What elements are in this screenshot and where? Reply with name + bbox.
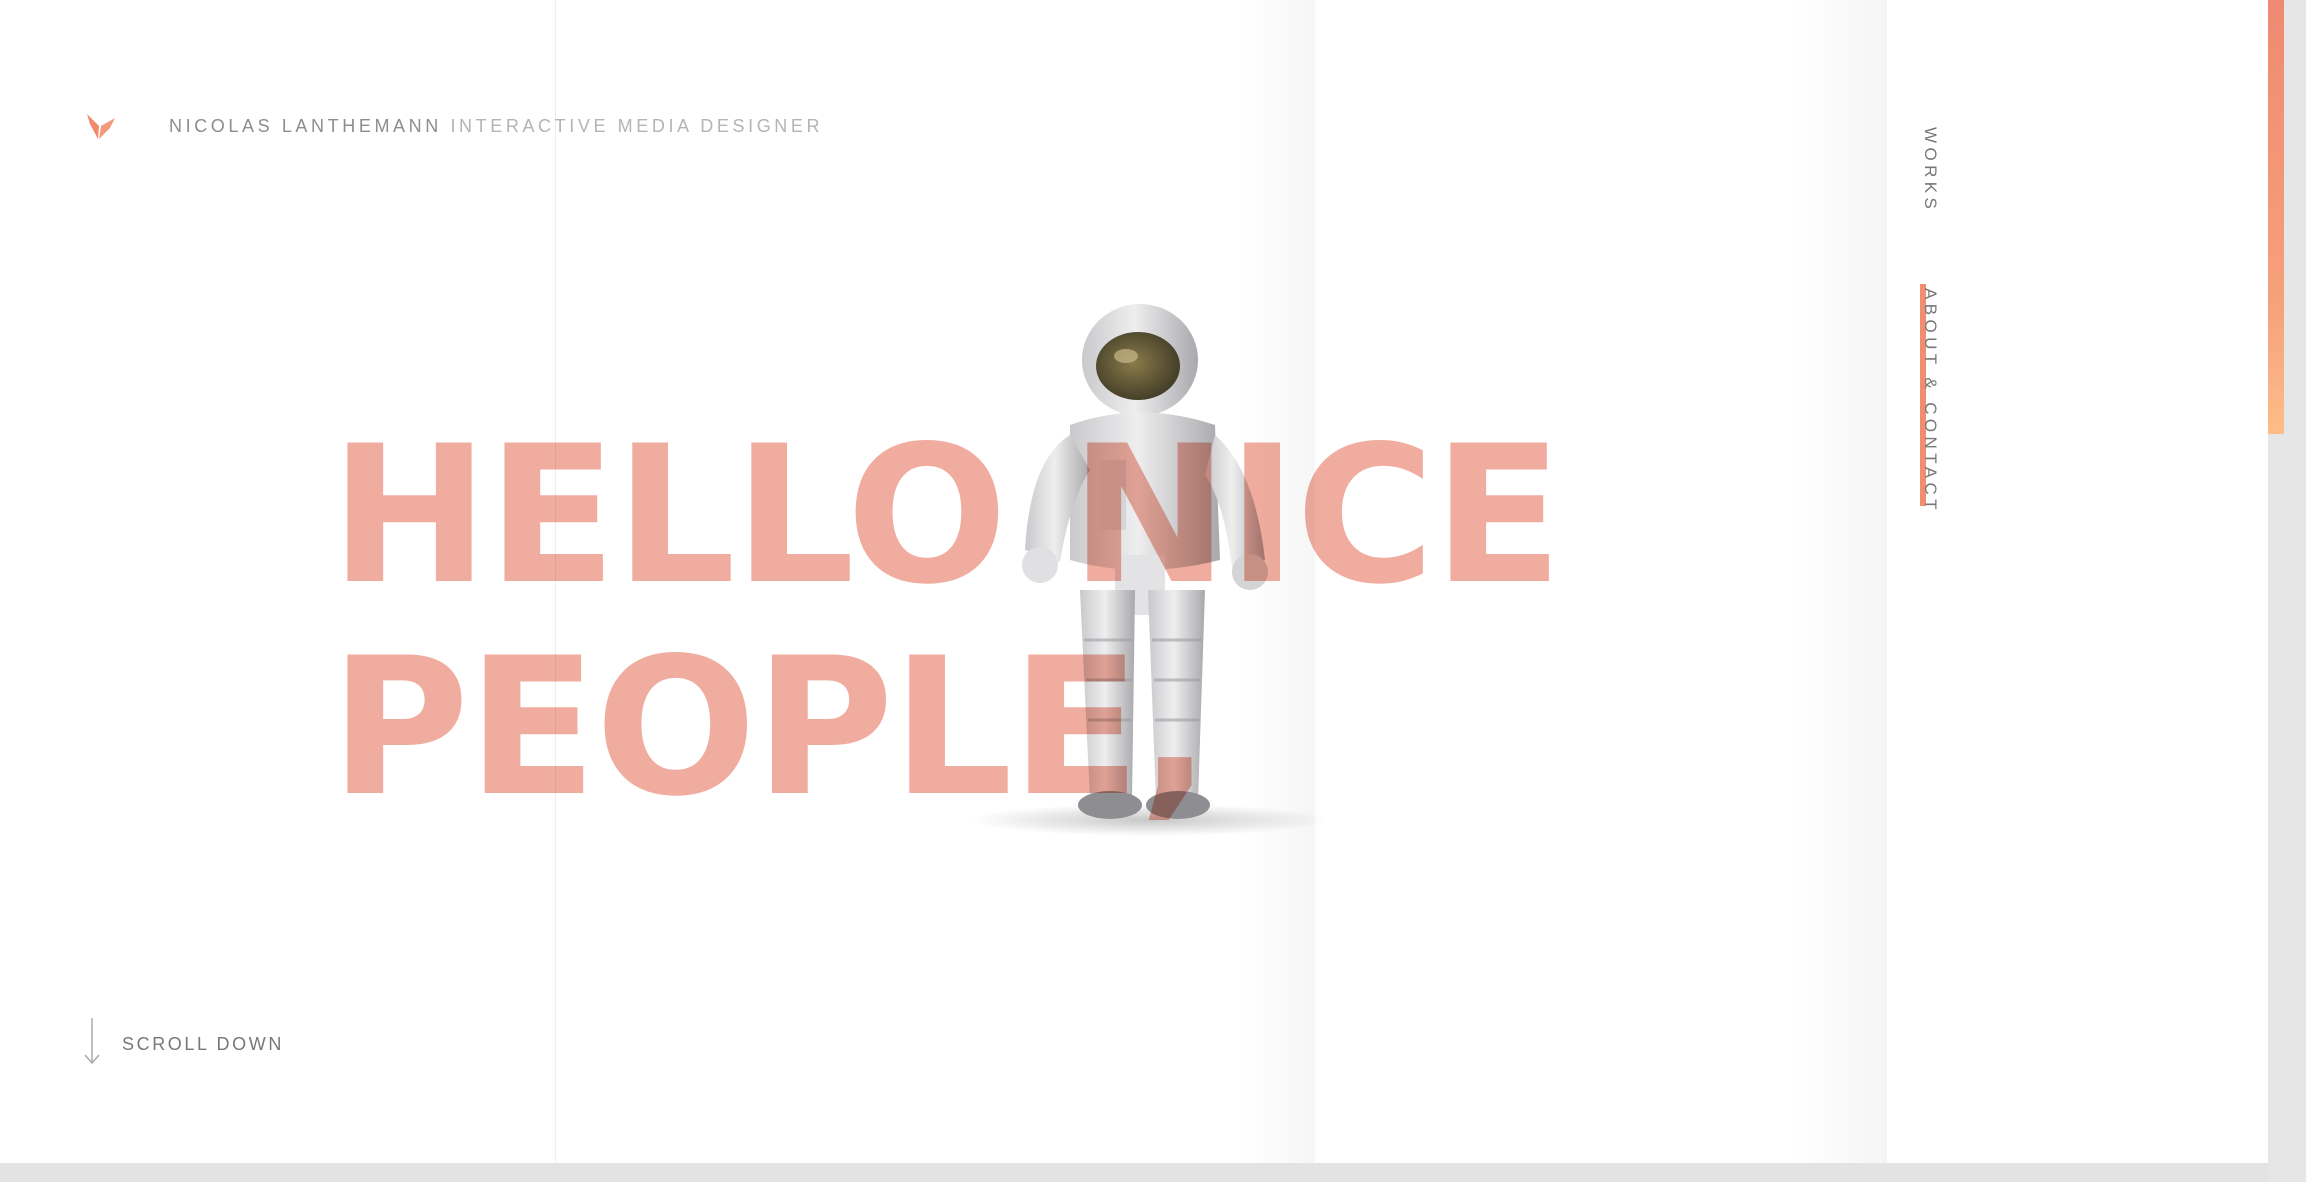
scrollbar-thumb[interactable] <box>2268 0 2284 434</box>
nav-panel <box>1887 0 2268 1163</box>
nav-works[interactable]: WORKS <box>1920 127 1940 213</box>
designer-name: NICOLAS LANTHEMANN <box>169 116 442 136</box>
arrow-down-icon[interactable] <box>83 1018 101 1065</box>
horizontal-scrollbar[interactable] <box>0 1163 2268 1182</box>
site-title[interactable]: NICOLAS LANTHEMANN INTERACTIVE MEDIA DES… <box>169 116 823 137</box>
viewport: NICOLAS LANTHEMANN INTERACTIVE MEDIA DES… <box>0 0 2268 1163</box>
column-shade <box>1790 0 1887 1163</box>
designer-role: INTERACTIVE MEDIA DESIGNER <box>450 116 824 136</box>
hero-line-1: HELLO NICE <box>330 405 1563 626</box>
hero-heading: HELLO NICE PEOPLE, <box>330 405 1563 838</box>
logo-icon[interactable] <box>86 112 116 140</box>
scroll-down-link[interactable]: SCROLL DOWN <box>122 1034 284 1055</box>
nav-about-contact[interactable]: ABOUT & CONTACT <box>1920 288 1940 514</box>
hero-line-2: PEOPLE, <box>330 617 1211 838</box>
